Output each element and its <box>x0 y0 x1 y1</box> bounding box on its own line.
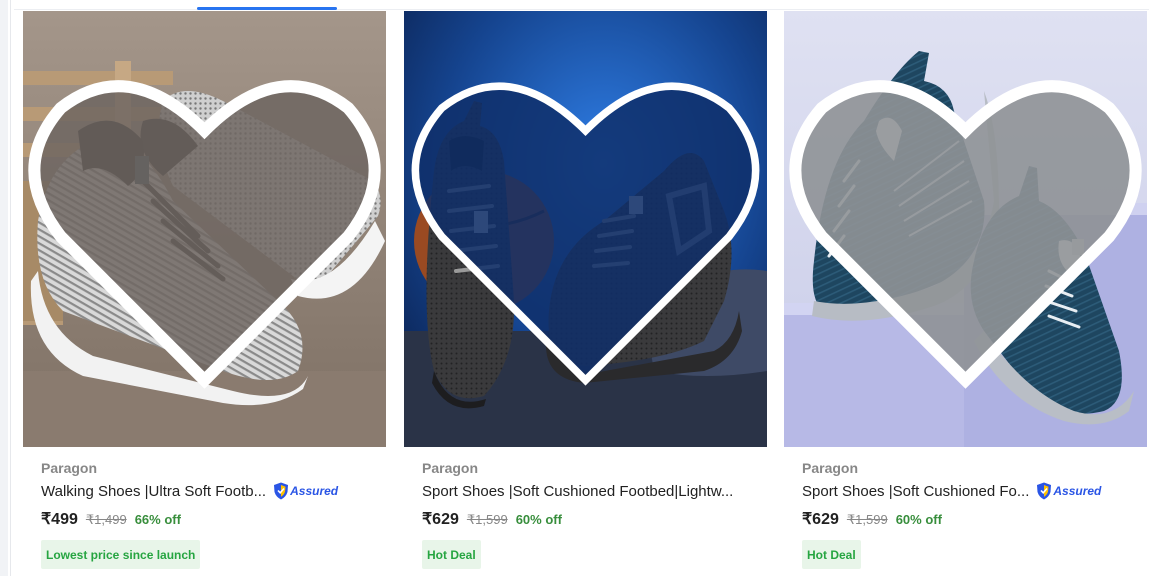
assured-shield-icon <box>1037 482 1052 500</box>
product-title[interactable]: Sport Shoes |Soft Cushioned Fo... <box>802 483 1029 500</box>
assured-label: Assured <box>1053 484 1102 498</box>
price-row: ₹629 ₹1,599 60% off <box>802 509 942 531</box>
product-brand: Paragon <box>802 460 859 476</box>
product-title[interactable]: Sport Shoes |Soft Cushioned Footbed|Ligh… <box>422 483 733 500</box>
product-image[interactable] <box>23 11 386 447</box>
product-title-row[interactable]: Walking Shoes |Ultra Soft Footb... Assur… <box>41 480 338 502</box>
deal-badge: Hot Deal <box>802 540 861 569</box>
heart-icon[interactable] <box>404 11 767 447</box>
left-panel-edge <box>0 0 8 576</box>
price-row: ₹499 ₹1,499 66% off <box>41 509 181 531</box>
original-price: ₹1,499 <box>85 512 127 527</box>
heart-icon[interactable] <box>23 11 386 447</box>
product-card[interactable]: Paragon Walking Shoes |Ultra Soft Footb.… <box>23 11 386 576</box>
product-title[interactable]: Walking Shoes |Ultra Soft Footb... <box>41 483 266 500</box>
price-row: ₹629 ₹1,599 60% off <box>422 509 562 531</box>
product-title-row[interactable]: Sport Shoes |Soft Cushioned Footbed|Ligh… <box>422 480 733 502</box>
assured-badge: Assured <box>273 481 338 501</box>
discount-percent: 60% off <box>515 512 562 527</box>
selling-price: ₹499 <box>41 511 78 528</box>
product-brand: Paragon <box>41 460 98 476</box>
product-image[interactable] <box>784 11 1147 447</box>
product-image[interactable] <box>404 11 767 447</box>
left-divider <box>10 0 11 576</box>
selling-price: ₹629 <box>422 511 459 528</box>
discount-percent: 66% off <box>134 512 181 527</box>
product-title-row[interactable]: Sport Shoes |Soft Cushioned Fo... Assure… <box>802 480 1101 502</box>
selling-price: ₹629 <box>802 511 839 528</box>
assured-label: Assured <box>290 484 339 498</box>
discount-percent: 60% off <box>895 512 942 527</box>
assured-shield-icon <box>274 482 289 500</box>
product-card[interactable]: Paragon Sport Shoes |Soft Cushioned Foot… <box>404 11 767 576</box>
original-price: ₹1,599 <box>846 512 888 527</box>
deal-badge: Hot Deal <box>422 540 481 569</box>
original-price: ₹1,599 <box>466 512 508 527</box>
product-brand: Paragon <box>422 460 479 476</box>
heart-icon[interactable] <box>784 11 1147 447</box>
deal-badge: Lowest price since launch <box>41 540 201 569</box>
assured-badge: Assured <box>1036 481 1101 501</box>
top-divider <box>14 9 1149 10</box>
active-tab-indicator <box>197 7 337 10</box>
product-card[interactable]: Paragon Sport Shoes |Soft Cushioned Fo..… <box>784 11 1147 576</box>
